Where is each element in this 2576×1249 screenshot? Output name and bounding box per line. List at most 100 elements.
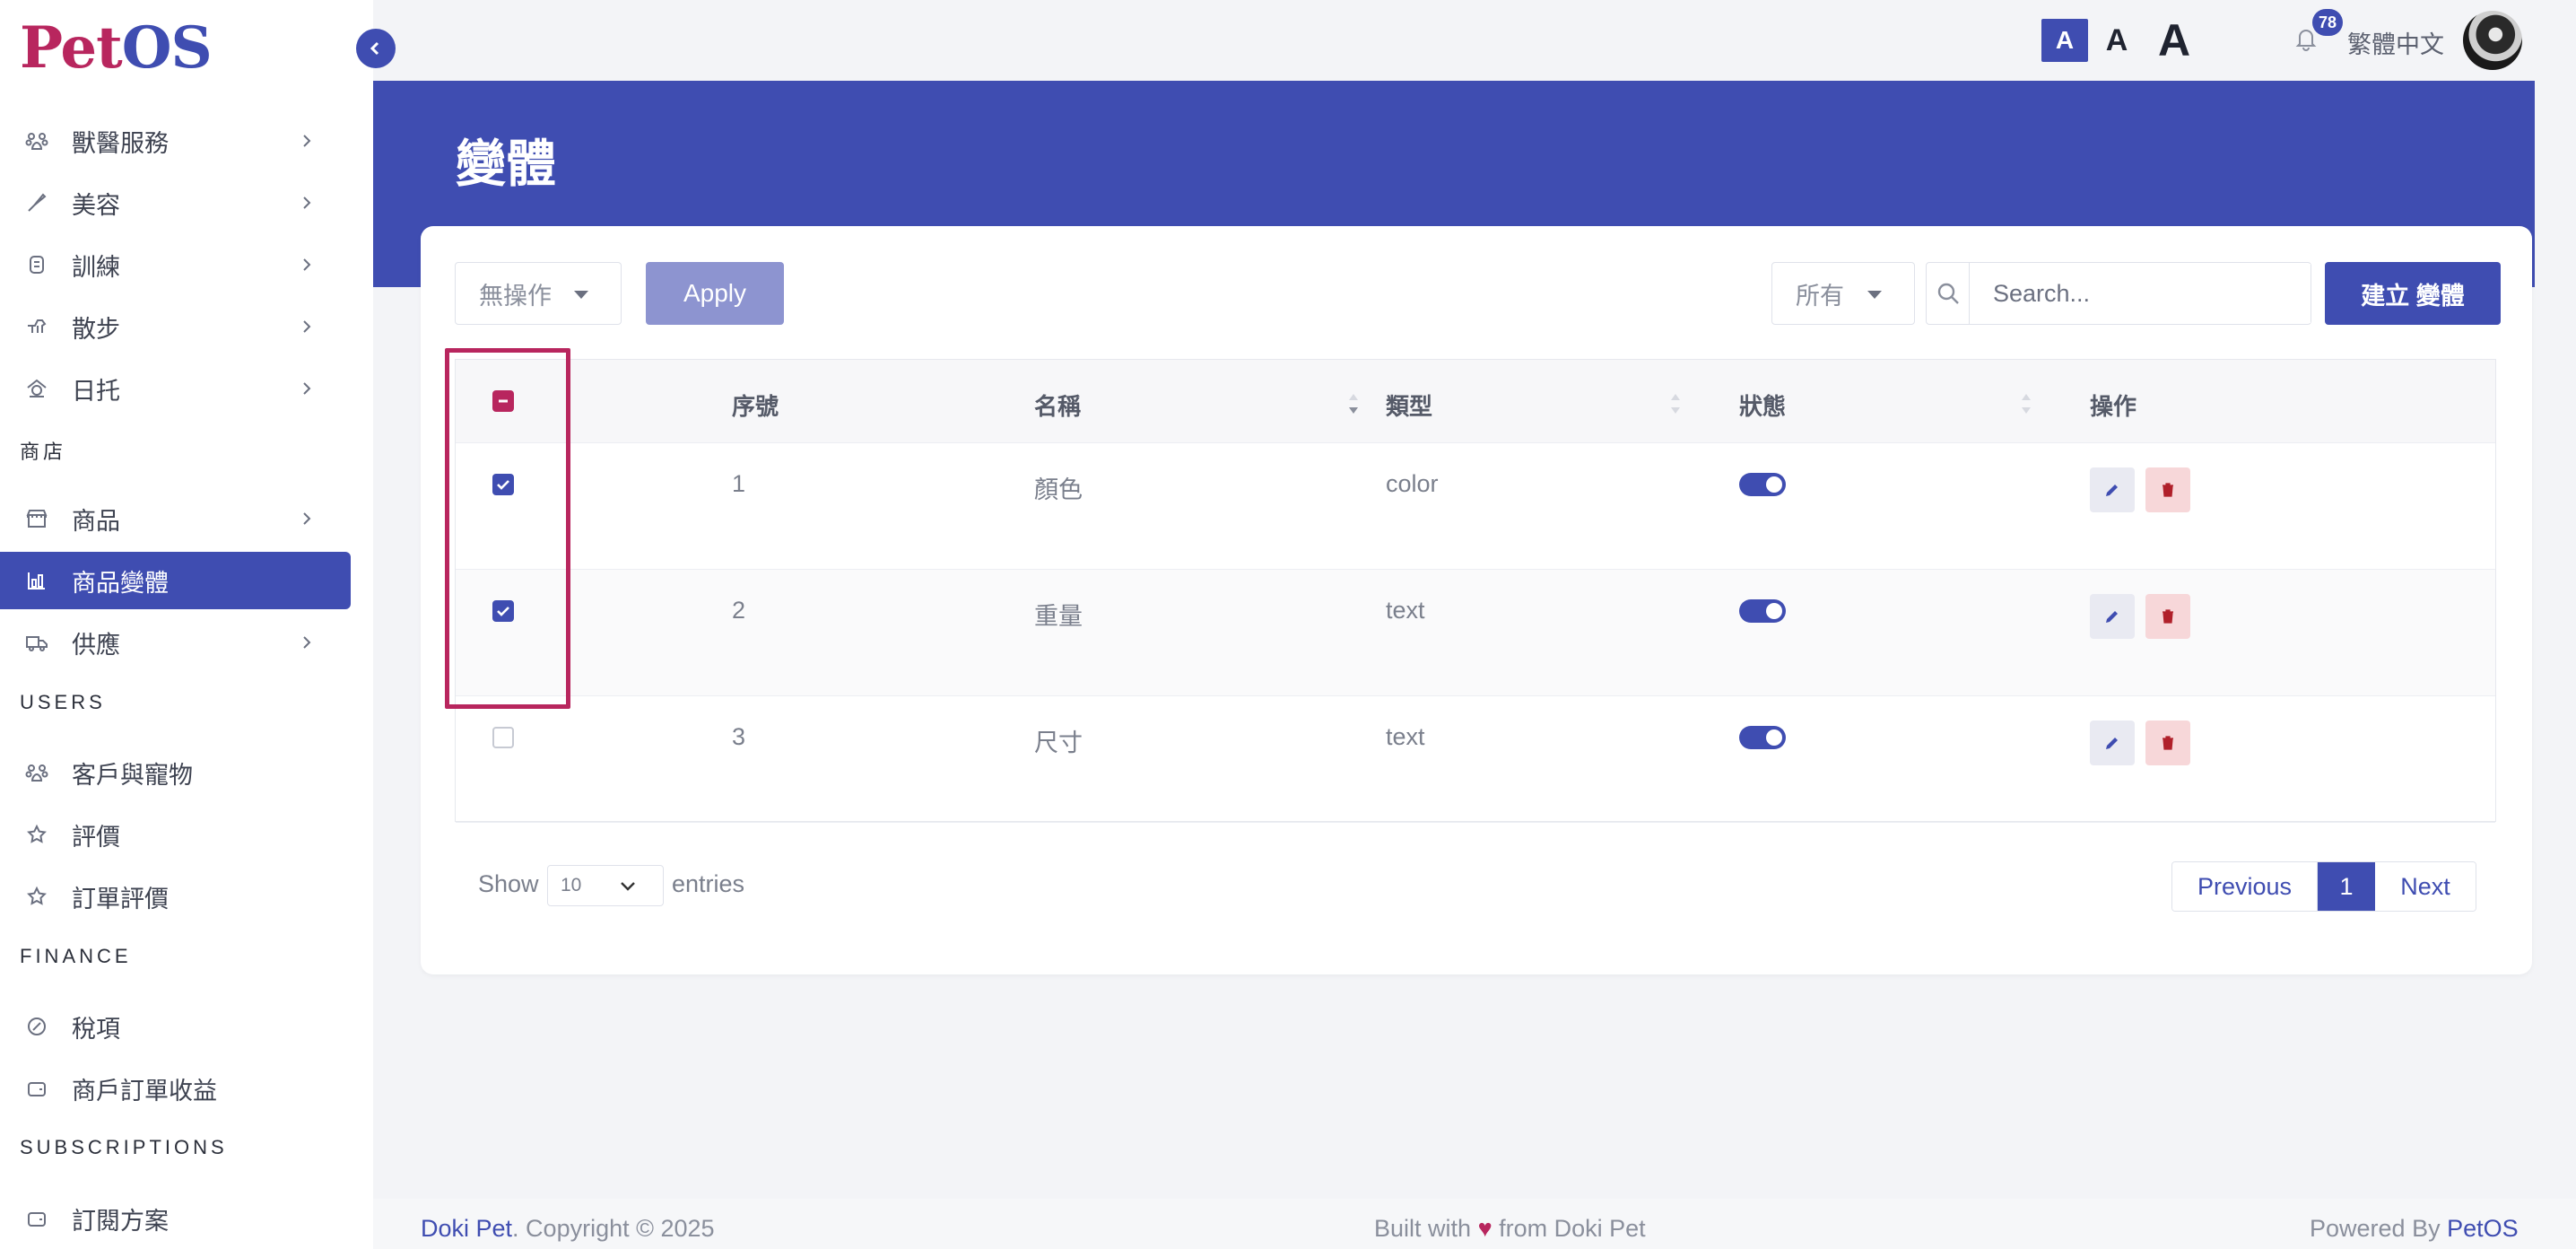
toggle-knob xyxy=(1766,603,1782,619)
pencil-icon xyxy=(2106,611,2118,623)
font-size-switcher: A A A xyxy=(2041,15,2203,66)
truck-icon xyxy=(23,629,50,656)
status-toggle[interactable] xyxy=(1739,599,1786,623)
footer-petos-link[interactable]: PetOS xyxy=(2447,1215,2519,1242)
variants-table: 序號 名稱 類型 狀態 操作 1 顏色 color 2 重量 text 3 尺寸… xyxy=(455,359,2496,823)
page-1-button[interactable]: 1 xyxy=(2318,862,2375,911)
sidebar-item-merchant-revenue[interactable]: 商戶訂單收益 xyxy=(0,1060,351,1117)
sidebar-item-label: 訂單評價 xyxy=(72,885,169,913)
sidebar-item-label: 商品變體 xyxy=(72,569,169,597)
status-toggle[interactable] xyxy=(1739,473,1786,496)
column-header-index[interactable]: 序號 xyxy=(732,389,779,422)
cell-type: color xyxy=(1386,470,1439,497)
font-size-small-button[interactable]: A xyxy=(2041,19,2088,62)
wallet-icon xyxy=(23,1075,50,1102)
previous-page-button[interactable]: Previous xyxy=(2172,862,2318,911)
font-size-large-button[interactable]: A xyxy=(2145,15,2203,66)
sidebar-item-customers-pets[interactable]: 客戶與寵物 xyxy=(0,744,351,801)
cell-index: 1 xyxy=(732,470,746,497)
edit-button[interactable] xyxy=(2090,721,2135,765)
status-filter-select[interactable]: 所有 xyxy=(1771,262,1915,325)
toggle-knob xyxy=(1766,476,1782,493)
edit-button[interactable] xyxy=(2090,594,2135,639)
row-checkbox[interactable] xyxy=(492,727,514,748)
training-icon xyxy=(23,251,50,278)
chevron-left-icon xyxy=(370,41,379,56)
petos-logo[interactable]: PetOS xyxy=(20,16,213,81)
column-header-type[interactable]: 類型 xyxy=(1386,389,1432,422)
sidebar-item-label: 日托 xyxy=(72,377,120,405)
footer-copyright: Doki Pet. Copyright © 2025 xyxy=(421,1215,715,1242)
footer-built-with: Built with ♥ from Doki Pet xyxy=(1374,1215,1646,1242)
sidebar-item-walking[interactable]: 散步 xyxy=(0,298,351,355)
sidebar-item-daycare[interactable]: 日托 xyxy=(0,360,351,417)
cell-index: 3 xyxy=(732,723,746,750)
sidebar-item-order-reviews[interactable]: 訂單評價 xyxy=(0,868,351,925)
sidebar-item-supply[interactable]: 供應 xyxy=(0,614,351,671)
delete-button[interactable] xyxy=(2145,721,2190,765)
select-all-checkbox[interactable] xyxy=(492,390,514,412)
apply-button[interactable]: Apply xyxy=(646,262,784,325)
sidebar-item-label: 訂閱方案 xyxy=(72,1207,169,1235)
sidebar-item-product-variants[interactable]: 商品變體 xyxy=(0,552,351,609)
paw-icon xyxy=(23,759,50,786)
section-label-users: USERS xyxy=(20,691,106,713)
edit-button[interactable] xyxy=(2090,467,2135,512)
store-icon xyxy=(23,505,50,532)
chevron-right-icon xyxy=(303,135,311,147)
row-checkbox[interactable] xyxy=(492,600,514,622)
next-page-button[interactable]: Next xyxy=(2375,862,2476,911)
chevron-right-icon xyxy=(303,636,311,649)
cell-index: 2 xyxy=(732,597,746,624)
cell-name: 顏色 xyxy=(1034,476,1083,503)
font-size-medium-button[interactable]: A xyxy=(2088,19,2145,62)
entries-per-page-select[interactable]: 10 xyxy=(547,865,664,906)
sort-icon[interactable] xyxy=(1669,390,1682,417)
sidebar-item-products[interactable]: 商品 xyxy=(0,490,351,547)
sidebar-item-label: 稅項 xyxy=(72,1015,120,1043)
chevron-right-icon xyxy=(303,258,311,271)
table-header: 序號 名稱 類型 狀態 操作 xyxy=(456,360,2495,443)
bulk-action-select[interactable]: 無操作 xyxy=(455,262,622,325)
cell-type: text xyxy=(1386,597,1425,624)
section-label-finance: FINANCE xyxy=(20,945,132,967)
sidebar-item-label: 評價 xyxy=(72,823,120,851)
notification-badge: 78 xyxy=(2312,9,2343,36)
create-variant-button[interactable]: 建立 變體 xyxy=(2325,262,2501,325)
sidebar-item-training[interactable]: 訓練 xyxy=(0,236,351,293)
sidebar-item-tax[interactable]: 稅項 xyxy=(0,998,351,1055)
delete-button[interactable] xyxy=(2145,594,2190,639)
sidebar-item-grooming[interactable]: 美容 xyxy=(0,174,351,231)
row-checkbox[interactable] xyxy=(492,474,514,495)
status-filter-value: 所有 xyxy=(1796,282,1844,310)
search-box xyxy=(1926,262,2311,325)
entries-label: entries xyxy=(672,870,745,897)
chevron-right-icon xyxy=(303,320,311,333)
paw-icon xyxy=(23,127,50,154)
status-toggle[interactable] xyxy=(1739,726,1786,749)
trash-icon xyxy=(2163,736,2173,750)
toggle-knob xyxy=(1766,729,1782,746)
avatar[interactable] xyxy=(2463,11,2522,70)
sidebar-item-subscription-plans[interactable]: 訂閱方案 xyxy=(0,1190,351,1247)
dog-walk-icon xyxy=(23,313,50,340)
sidebar-item-label: 商戶訂單收益 xyxy=(72,1077,217,1105)
sidebar-item-reviews[interactable]: 評價 xyxy=(0,806,351,863)
sidebar-item-vet[interactable]: 獸醫服務 xyxy=(0,112,351,170)
footer-company-link[interactable]: Doki Pet xyxy=(421,1215,512,1242)
pencil-icon xyxy=(2106,485,2118,496)
column-header-actions: 操作 xyxy=(2090,393,2137,420)
language-selector[interactable]: 繁體中文 xyxy=(2347,25,2444,60)
section-label-shop: 商店 xyxy=(20,441,67,463)
delete-button[interactable] xyxy=(2145,467,2190,512)
column-header-status[interactable]: 狀態 xyxy=(1739,389,1786,422)
search-input[interactable] xyxy=(1970,264,2311,323)
tax-icon xyxy=(23,1013,50,1040)
cell-type: text xyxy=(1386,723,1425,750)
wallet-icon xyxy=(23,1205,50,1232)
sidebar-collapse-button[interactable] xyxy=(356,29,396,68)
sort-desc-icon[interactable] xyxy=(1347,390,1360,417)
sort-icon[interactable] xyxy=(2020,390,2032,417)
column-header-name[interactable]: 名稱 xyxy=(1034,389,1081,422)
chevron-right-icon xyxy=(303,512,311,525)
